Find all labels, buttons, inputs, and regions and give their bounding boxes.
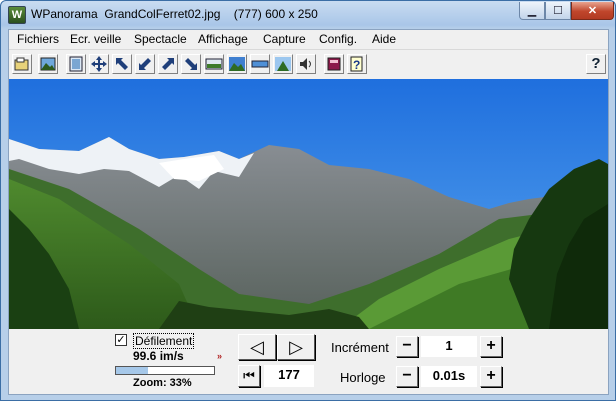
open-file-icon[interactable] — [12, 54, 32, 74]
panorama-image[interactable] — [9, 79, 608, 329]
next-button[interactable]: ▷ — [277, 334, 315, 360]
panorama-icon[interactable] — [204, 54, 224, 74]
book-icon[interactable] — [324, 54, 344, 74]
speed-value: 99.6 im/s — [133, 349, 184, 363]
client-area: Fichiers Ecr. veille Spectacle Affichage… — [8, 29, 609, 395]
scroll-label[interactable]: Défilement — [133, 333, 195, 349]
control-panel: ✓ Défilement 99.6 im/s » Zoom: 33% ◁ ▷ ⏮… — [9, 329, 608, 394]
menu-spectacle[interactable]: Spectacle — [134, 32, 187, 46]
arrow-down-right-icon[interactable] — [181, 54, 201, 74]
frame-number: 177 — [264, 365, 314, 387]
window-title: WPanorama GrandColFerret02.jpg (777) 600… — [31, 7, 318, 21]
menu-affichage[interactable]: Affichage — [198, 32, 248, 46]
close-button[interactable]: ✕ — [571, 2, 614, 20]
arrow-up-right-icon[interactable] — [158, 54, 178, 74]
increment-label: Incrément — [331, 340, 389, 355]
maximize-button[interactable]: ☐ — [545, 2, 571, 20]
landscape-icon[interactable] — [227, 54, 247, 74]
app-icon[interactable]: W — [8, 6, 26, 24]
title-bar[interactable]: W WPanorama GrandColFerret02.jpg (777) 6… — [1, 1, 615, 29]
fit-window-icon[interactable] — [66, 54, 86, 74]
increment-minus-button[interactable]: − — [396, 336, 418, 357]
arrow-up-left-icon[interactable] — [112, 54, 132, 74]
clock-value[interactable]: 0.01s — [421, 366, 477, 387]
arrow-down-left-icon[interactable] — [135, 54, 155, 74]
minimize-button[interactable]: ▁ — [519, 2, 545, 20]
image-icon[interactable] — [38, 54, 58, 74]
clock-label: Horloge — [340, 370, 386, 385]
help-file-icon[interactable]: ? — [347, 54, 367, 74]
strip-icon[interactable] — [250, 54, 270, 74]
zoom-label: Zoom: 33% — [133, 377, 192, 389]
scroll-checkbox[interactable]: ✓ — [115, 334, 127, 346]
toolbar: ? ? — [9, 50, 608, 78]
increment-value[interactable]: 1 — [421, 336, 477, 357]
svg-text:?: ? — [353, 58, 360, 72]
menu-bar: Fichiers Ecr. veille Spectacle Affichage… — [9, 30, 608, 50]
app-window: W WPanorama GrandColFerret02.jpg (777) 6… — [0, 0, 616, 401]
clock-plus-button[interactable]: + — [480, 366, 502, 387]
menu-ecr-veille[interactable]: Ecr. veille — [70, 32, 121, 46]
increment-plus-button[interactable]: + — [480, 336, 502, 357]
zoom-slider[interactable] — [115, 366, 215, 375]
clock-minus-button[interactable]: − — [396, 366, 418, 387]
sky-gradient-icon[interactable] — [273, 54, 293, 74]
move-all-icon[interactable] — [89, 54, 109, 74]
menu-config[interactable]: Config. — [319, 32, 357, 46]
menu-fichiers[interactable]: Fichiers — [17, 32, 59, 46]
menu-capture[interactable]: Capture — [263, 32, 306, 46]
zoom-fill — [116, 367, 149, 374]
previous-button[interactable]: ◁ — [238, 334, 276, 360]
first-button[interactable]: ⏮ — [238, 365, 260, 387]
speaker-icon[interactable] — [296, 54, 316, 74]
menu-aide[interactable]: Aide — [372, 32, 396, 46]
help-icon[interactable]: ? — [586, 54, 606, 74]
speed-adjust-icon[interactable]: » — [217, 351, 222, 361]
